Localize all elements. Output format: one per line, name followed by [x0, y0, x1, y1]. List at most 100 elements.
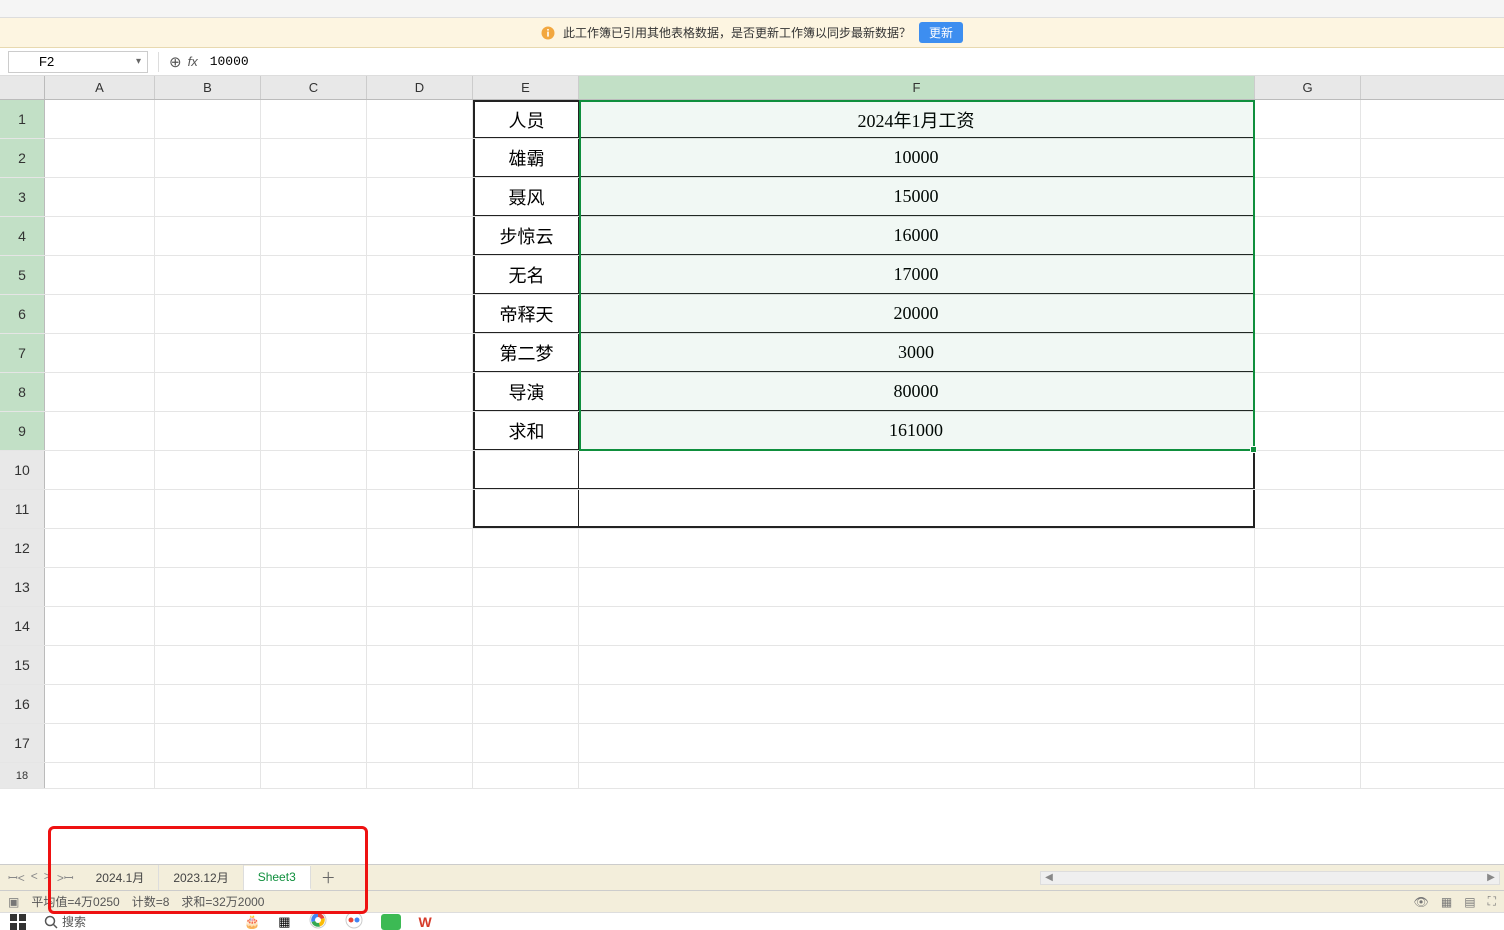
- cell[interactable]: 2024年1月工资: [579, 100, 1255, 138]
- record-macro-icon[interactable]: ▣: [8, 895, 19, 909]
- cell[interactable]: 人员: [473, 100, 579, 138]
- cell[interactable]: 10000: [579, 139, 1255, 177]
- zoom-formula-icon[interactable]: ⊕: [169, 53, 182, 71]
- col-header-B[interactable]: B: [155, 76, 261, 99]
- column-headers: A B C D E F G: [0, 76, 1504, 100]
- cell[interactable]: 3000: [579, 334, 1255, 372]
- name-box-value: F2: [39, 54, 54, 69]
- cell[interactable]: 聂风: [473, 178, 579, 216]
- add-sheet-button[interactable]: ＋: [311, 867, 346, 888]
- cell[interactable]: [367, 100, 473, 138]
- sheet-tab[interactable]: 2024.1月: [82, 865, 160, 890]
- status-sum: 求和=32万2000: [181, 893, 264, 910]
- row-header[interactable]: 5: [0, 256, 45, 294]
- search-icon[interactable]: 搜索: [44, 913, 86, 930]
- status-bar: ▣ 平均值=4万0250 计数=8 求和=32万2000 👁 ▦ ▤ ⛶: [0, 890, 1504, 912]
- chevron-down-icon[interactable]: ▾: [136, 56, 141, 67]
- row-header[interactable]: 12: [0, 529, 45, 567]
- formula-bar-row: F2 ▾ ⊕ fx: [0, 48, 1504, 76]
- cell[interactable]: 20000: [579, 295, 1255, 333]
- cell[interactable]: [579, 451, 1255, 489]
- scroll-left-icon[interactable]: ◀: [1041, 872, 1057, 883]
- fx-icon[interactable]: fx: [188, 54, 198, 69]
- row-header[interactable]: 1: [0, 100, 45, 138]
- row-header[interactable]: 8: [0, 373, 45, 411]
- row-header[interactable]: 11: [0, 490, 45, 528]
- cell[interactable]: 导演: [473, 373, 579, 411]
- row: 1 人员 2024年1月工资: [0, 100, 1504, 139]
- row-header[interactable]: 10: [0, 451, 45, 489]
- page-view-icon[interactable]: ▤: [1464, 895, 1475, 909]
- task-icon[interactable]: [345, 911, 363, 930]
- row-header[interactable]: 18: [0, 763, 45, 788]
- cell[interactable]: 15000: [579, 178, 1255, 216]
- cell[interactable]: 求和: [473, 412, 579, 450]
- row-header[interactable]: 16: [0, 685, 45, 723]
- status-count: 计数=8: [132, 893, 170, 910]
- cell[interactable]: 步惊云: [473, 217, 579, 255]
- cell[interactable]: [261, 100, 367, 138]
- cell[interactable]: 80000: [579, 373, 1255, 411]
- cell[interactable]: 17000: [579, 256, 1255, 294]
- task-icon[interactable]: [309, 911, 327, 930]
- cell[interactable]: 帝释天: [473, 295, 579, 333]
- row-header[interactable]: 6: [0, 295, 45, 333]
- sheet-tab[interactable]: 2023.12月: [159, 865, 243, 890]
- task-icon[interactable]: [381, 914, 401, 930]
- cell[interactable]: [45, 100, 155, 138]
- spreadsheet-grid[interactable]: A B C D E F G 1 人员 2024年1月工资 2 雄霸 10000 …: [0, 76, 1504, 864]
- col-header-E[interactable]: E: [473, 76, 579, 99]
- tab-nav-last-icon[interactable]: >ꟷ: [55, 869, 76, 886]
- select-all-corner[interactable]: [0, 76, 45, 99]
- sheet-tab-active[interactable]: Sheet3: [244, 866, 311, 890]
- cell[interactable]: 第二梦: [473, 334, 579, 372]
- cell[interactable]: [473, 490, 579, 528]
- formula-input[interactable]: [204, 54, 1496, 69]
- cell[interactable]: 雄霸: [473, 139, 579, 177]
- col-header-F[interactable]: F: [579, 76, 1255, 99]
- update-button[interactable]: 更新: [919, 22, 963, 43]
- row-header[interactable]: 4: [0, 217, 45, 255]
- col-header-D[interactable]: D: [367, 76, 473, 99]
- ribbon-strip: [0, 0, 1504, 18]
- task-icon[interactable]: ▦: [278, 914, 290, 930]
- col-header-A[interactable]: A: [45, 76, 155, 99]
- tab-nav-next-icon[interactable]: >: [42, 869, 53, 886]
- row-header[interactable]: 3: [0, 178, 45, 216]
- tab-nav-first-icon[interactable]: ꟷ<: [6, 869, 27, 886]
- separator: [158, 52, 159, 72]
- row-header[interactable]: 15: [0, 646, 45, 684]
- col-header-G[interactable]: G: [1255, 76, 1361, 99]
- os-taskbar: 搜索 🎂 ▦ W: [0, 912, 1504, 930]
- scroll-right-icon[interactable]: ▶: [1483, 872, 1499, 883]
- name-box[interactable]: F2 ▾: [8, 51, 148, 73]
- row: 2 雄霸 10000: [0, 139, 1504, 178]
- row-header[interactable]: 9: [0, 412, 45, 450]
- tab-nav-prev-icon[interactable]: <: [29, 869, 40, 886]
- grid-view-icon[interactable]: ▦: [1441, 895, 1452, 909]
- horizontal-scrollbar[interactable]: ◀ ▶: [1040, 871, 1500, 885]
- notification-bar: 此工作簿已引用其他表格数据，是否更新工作簿以同步最新数据？ 更新: [0, 18, 1504, 48]
- cell[interactable]: [473, 451, 579, 489]
- row-header[interactable]: 13: [0, 568, 45, 606]
- status-average: 平均值=4万0250: [31, 893, 119, 910]
- cell[interactable]: [155, 100, 261, 138]
- row-header[interactable]: 2: [0, 139, 45, 177]
- notification-text: 此工作簿已引用其他表格数据，是否更新工作簿以同步最新数据？: [563, 24, 911, 41]
- row-header[interactable]: 7: [0, 334, 45, 372]
- wps-icon[interactable]: W: [419, 914, 432, 930]
- row-header[interactable]: 14: [0, 607, 45, 645]
- fullscreen-icon[interactable]: ⛶: [1488, 894, 1496, 909]
- windows-start-icon[interactable]: [10, 913, 26, 930]
- row-header[interactable]: 17: [0, 724, 45, 762]
- cell[interactable]: 16000: [579, 217, 1255, 255]
- col-header-C[interactable]: C: [261, 76, 367, 99]
- eye-icon[interactable]: 👁: [1414, 895, 1429, 909]
- cell[interactable]: [1255, 100, 1361, 138]
- task-icon[interactable]: 🎂: [244, 914, 260, 930]
- sheet-tabs-bar: ꟷ< < > >ꟷ 2024.1月 2023.12月 Sheet3 ＋ ◀ ▶: [0, 864, 1504, 890]
- info-icon: [541, 26, 555, 40]
- cell[interactable]: [579, 490, 1255, 528]
- cell[interactable]: 161000: [579, 412, 1255, 450]
- cell[interactable]: 无名: [473, 256, 579, 294]
